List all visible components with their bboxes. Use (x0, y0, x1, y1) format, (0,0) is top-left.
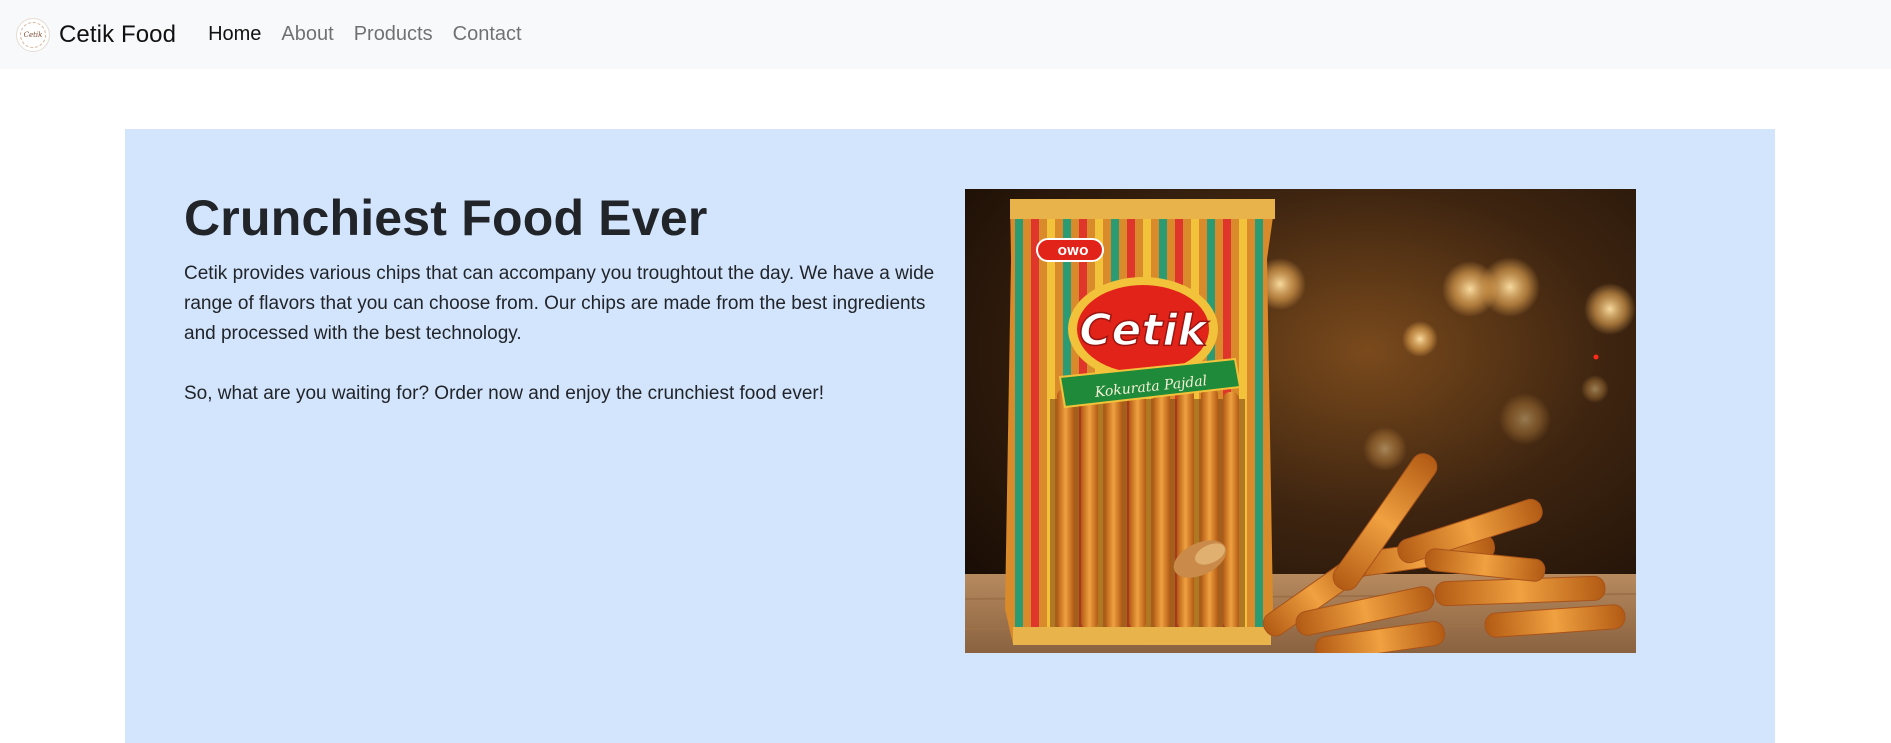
nav-links: Home About Products Contact (198, 23, 532, 46)
hero-paragraph: Cetik provides various chips that can ac… (184, 263, 935, 344)
product-image: OWO Cetik Kokurata Pajdal (965, 189, 1636, 653)
package-brand-text: Cetik (1079, 305, 1209, 356)
brand-logo: Cetik (16, 17, 50, 52)
package-badge-text: OWO (1058, 245, 1089, 258)
brand-logo-text: Cetik (20, 21, 46, 48)
nav-link-products[interactable]: Products (354, 23, 433, 46)
nav-link-about[interactable]: About (281, 23, 333, 46)
brand-link[interactable]: Cetik Cetik Food (16, 17, 177, 52)
brand-name: Cetik Food (59, 20, 177, 48)
nav-link-home[interactable]: Home (208, 23, 261, 46)
hero-title: Crunchiest Food Ever (184, 190, 708, 246)
hero-section: Crunchiest Food Ever Cetik provides vari… (125, 129, 1775, 743)
hero-paragraph: So, what are you waiting for? Order now … (184, 383, 825, 404)
hero-description: Cetik provides various chips that can ac… (184, 259, 944, 409)
nav-link-contact[interactable]: Contact (453, 23, 522, 46)
navbar: Cetik Cetik Food Home About Products Con… (0, 0, 1891, 69)
